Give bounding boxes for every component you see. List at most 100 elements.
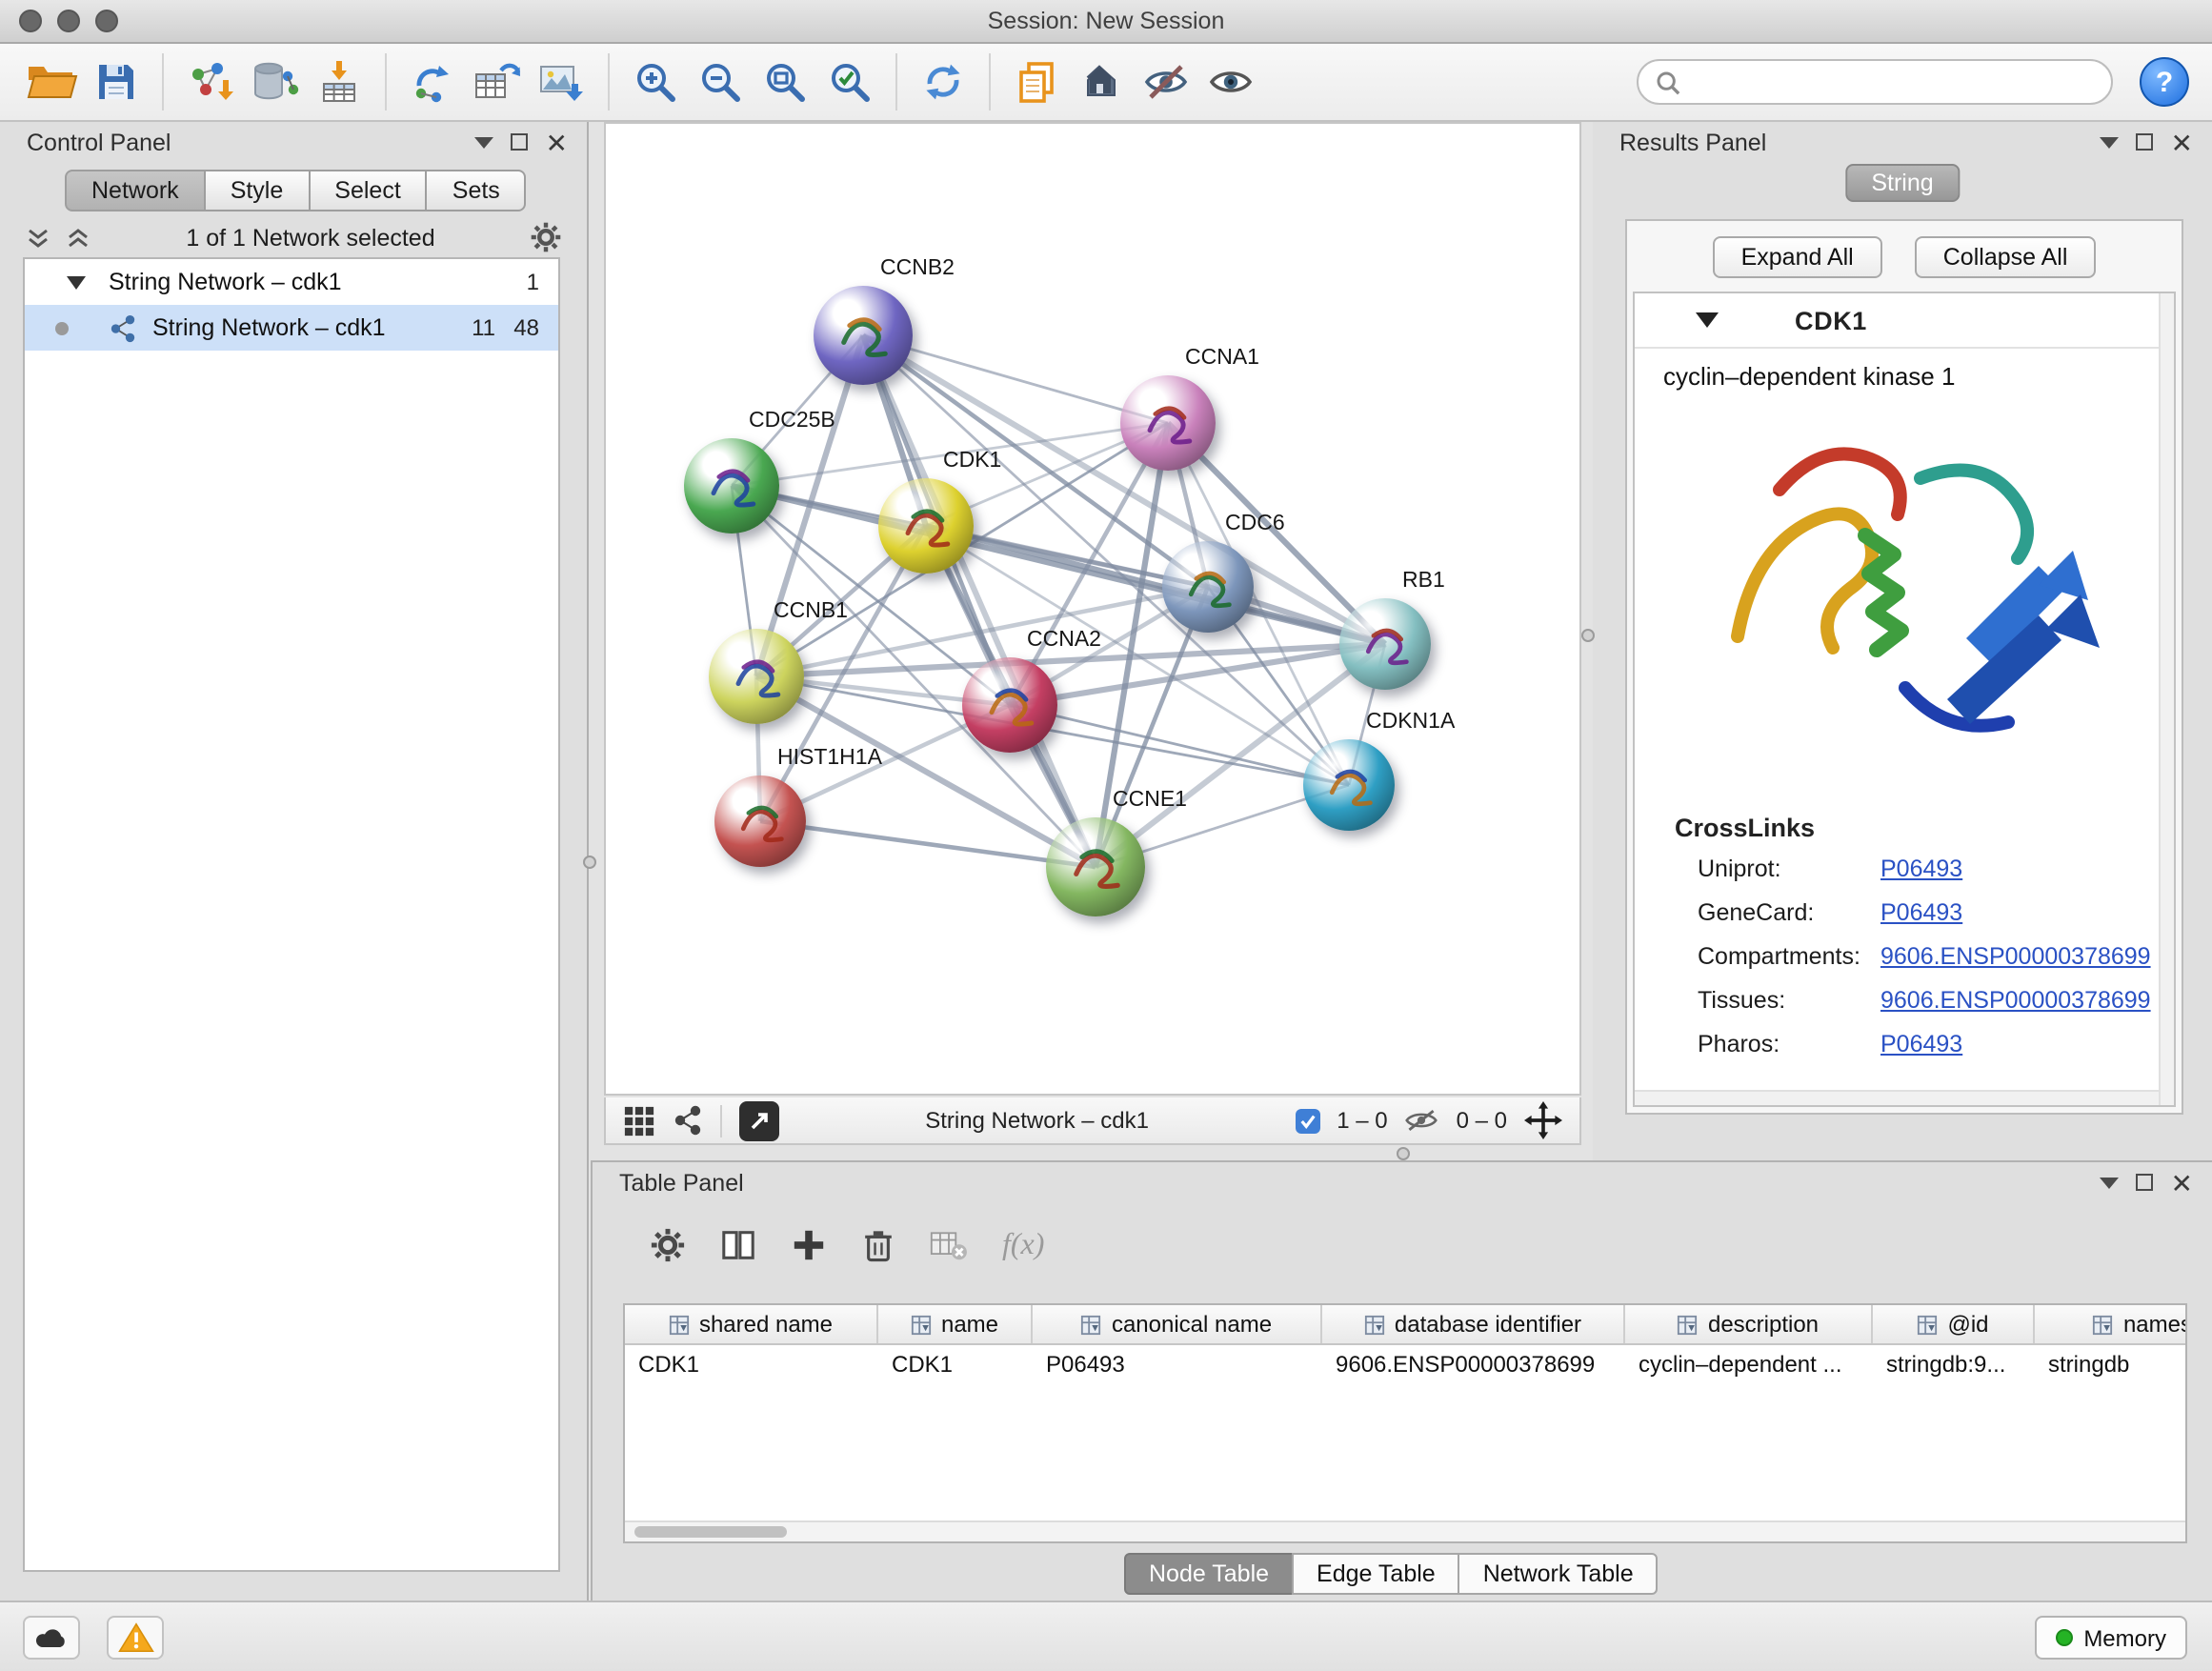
- network-node-rb1[interactable]: [1339, 598, 1431, 690]
- tab-style[interactable]: Style: [206, 170, 311, 211]
- network-edge[interactable]: [760, 821, 1096, 867]
- collapse-all-icon[interactable]: [25, 224, 51, 251]
- table-cell-database-identifier[interactable]: 9606.ENSP00000378699: [1322, 1345, 1625, 1381]
- open-in-new-window-button[interactable]: [739, 1100, 779, 1140]
- network-collection-row[interactable]: String Network – cdk1 1: [25, 259, 558, 305]
- horizontal-splitter-handle[interactable]: [1397, 1147, 1410, 1160]
- vertical-scrollbar[interactable]: [2159, 293, 2174, 1105]
- import-table-from-file-button[interactable]: [307, 50, 372, 114]
- close-window-button[interactable]: [19, 10, 42, 32]
- home-networks-button[interactable]: [1069, 50, 1134, 114]
- memory-button[interactable]: Memory: [2034, 1616, 2187, 1660]
- network-node-ccna2[interactable]: [962, 657, 1057, 753]
- crosslink-link-tissues[interactable]: 9606.ENSP00000378699: [1880, 986, 2151, 1013]
- table-settings-gear-icon[interactable]: [650, 1227, 686, 1263]
- new-table-button[interactable]: [465, 50, 530, 114]
- close-panel-icon[interactable]: ✕: [546, 129, 568, 155]
- float-panel-icon[interactable]: [2137, 133, 2154, 151]
- copy-document-button[interactable]: [1004, 50, 1069, 114]
- selected-checkbox[interactable]: [1295, 1108, 1319, 1133]
- network-node-cdkn1a[interactable]: [1303, 739, 1395, 831]
- network-node-ccna1[interactable]: [1120, 375, 1216, 471]
- open-session-button[interactable]: [19, 50, 84, 114]
- float-panel-icon[interactable]: [512, 133, 529, 151]
- pan-crosshair-icon[interactable]: [1524, 1101, 1562, 1139]
- zoom-selected-button[interactable]: [817, 50, 882, 114]
- table-cell-canonical-name[interactable]: P06493: [1033, 1345, 1322, 1381]
- minimize-window-button[interactable]: [57, 10, 80, 32]
- column-header-name[interactable]: name: [878, 1305, 1033, 1343]
- column-header-namespace[interactable]: namespace: [2035, 1305, 2187, 1343]
- network-node-cdc25b[interactable]: [684, 438, 779, 534]
- column-header-canonical-name[interactable]: canonical name: [1033, 1305, 1322, 1343]
- table-row[interactable]: CDK1CDK1P064939606.ENSP00000378699cyclin…: [625, 1345, 2185, 1381]
- panel-menu-icon[interactable]: [475, 136, 494, 148]
- table-cell-namespace[interactable]: stringdb: [2035, 1345, 2187, 1381]
- network-edge[interactable]: [863, 335, 1096, 867]
- network-node-ccne1[interactable]: [1046, 817, 1145, 916]
- network-node-ccnb1[interactable]: [709, 629, 804, 724]
- hide-selected-button[interactable]: [1134, 50, 1198, 114]
- search-input[interactable]: [1692, 69, 2094, 95]
- zoom-in-button[interactable]: [623, 50, 688, 114]
- vertical-splitter-handle[interactable]: [1581, 629, 1595, 642]
- expander-icon[interactable]: [67, 275, 86, 289]
- cloud-status-button[interactable]: [23, 1616, 80, 1660]
- column-header-shared-name[interactable]: shared name: [625, 1305, 878, 1343]
- table-cell-id[interactable]: stringdb:9...: [1873, 1345, 2035, 1381]
- collapse-section-icon[interactable]: [1696, 312, 1719, 328]
- crosslink-link-compartments[interactable]: 9606.ENSP00000378699: [1880, 942, 2151, 969]
- tab-string[interactable]: String: [1844, 164, 1960, 202]
- warnings-button[interactable]: [107, 1616, 164, 1660]
- table-horizontal-scrollbar[interactable]: [625, 1520, 2185, 1541]
- tab-sets[interactable]: Sets: [428, 170, 527, 211]
- import-network-from-file-button[interactable]: [177, 50, 242, 114]
- tab-node-table[interactable]: Node Table: [1124, 1553, 1294, 1595]
- vertical-splitter-handle[interactable]: [583, 856, 596, 869]
- network-node-ccnb2[interactable]: [814, 286, 913, 385]
- search-field[interactable]: [1637, 59, 2113, 105]
- add-column-icon[interactable]: [791, 1227, 827, 1263]
- show-columns-icon[interactable]: [720, 1227, 756, 1263]
- new-network-button[interactable]: [400, 50, 465, 114]
- network-canvas[interactable]: CDK1CCNB1CCNB2CCNA1CCNA2CCNE1CDC25BCDC6R…: [604, 122, 1581, 1096]
- tab-network-table[interactable]: Network Table: [1458, 1553, 1659, 1595]
- close-panel-icon[interactable]: ✕: [2171, 129, 2193, 155]
- horizontal-scrollbar[interactable]: [1635, 1090, 2159, 1105]
- column-header-id[interactable]: @id: [1873, 1305, 2035, 1343]
- network-edge[interactable]: [1010, 705, 1349, 785]
- show-all-button[interactable]: [1198, 50, 1263, 114]
- collapse-all-button[interactable]: Collapse All: [1915, 236, 2097, 278]
- zoom-out-button[interactable]: [688, 50, 753, 114]
- gear-icon[interactable]: [530, 221, 562, 253]
- save-session-button[interactable]: [84, 50, 149, 114]
- network-node-cdk1[interactable]: [878, 478, 974, 574]
- close-panel-icon[interactable]: ✕: [2171, 1169, 2193, 1196]
- table-cell-shared-name[interactable]: CDK1: [625, 1345, 878, 1381]
- zoom-fit-button[interactable]: [753, 50, 817, 114]
- expand-all-icon[interactable]: [65, 224, 91, 251]
- refresh-network-button[interactable]: [911, 50, 975, 114]
- column-header-database-identifier[interactable]: database identifier: [1322, 1305, 1625, 1343]
- export-image-button[interactable]: [530, 50, 594, 114]
- apply-function-icon[interactable]: f(x): [1002, 1228, 1044, 1262]
- birdseye-grid-icon[interactable]: [623, 1104, 655, 1137]
- panel-menu-icon[interactable]: [2101, 1177, 2120, 1188]
- hidden-eye-slash-icon[interactable]: [1405, 1107, 1439, 1134]
- maximize-window-button[interactable]: [95, 10, 118, 32]
- crosslink-link-genecard[interactable]: P06493: [1880, 898, 1962, 925]
- network-row[interactable]: String Network – cdk1 11 48: [25, 305, 558, 351]
- table-cell-description[interactable]: cyclin–dependent ...: [1625, 1345, 1873, 1381]
- help-button[interactable]: ?: [2140, 57, 2189, 107]
- crosslink-link-pharos[interactable]: P06493: [1880, 1030, 1962, 1057]
- tab-network[interactable]: Network: [65, 170, 206, 211]
- share-network-icon[interactable]: [673, 1105, 703, 1136]
- delete-column-icon[interactable]: [861, 1227, 895, 1263]
- expand-all-button[interactable]: Expand All: [1713, 236, 1882, 278]
- network-node-cdc6[interactable]: [1162, 541, 1254, 633]
- table-cell-name[interactable]: CDK1: [878, 1345, 1033, 1381]
- tab-select[interactable]: Select: [310, 170, 428, 211]
- network-node-hist1h1a[interactable]: [714, 775, 806, 867]
- scrollbar-thumb[interactable]: [634, 1526, 787, 1538]
- delete-table-icon[interactable]: [930, 1227, 968, 1263]
